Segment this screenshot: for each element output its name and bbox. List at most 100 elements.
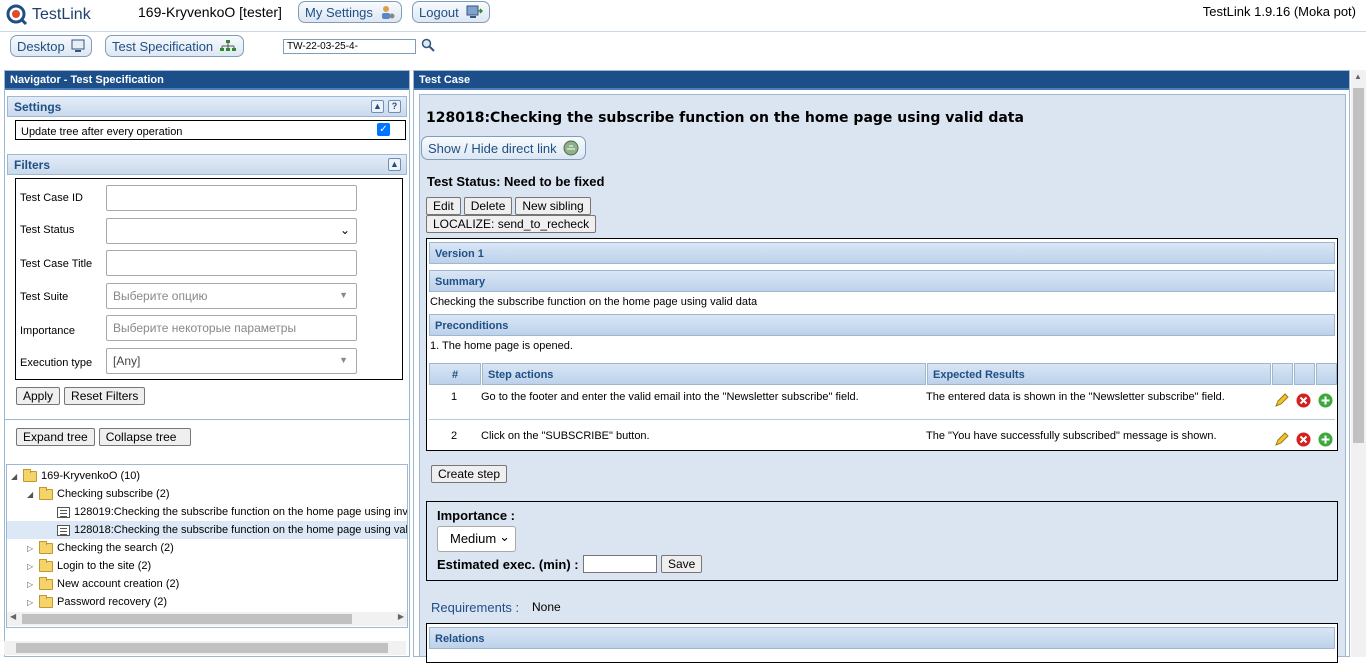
- test-suite-placeholder: Выберите опцию: [113, 289, 208, 303]
- tree-structure-icon: [220, 40, 237, 51]
- test-status-select[interactable]: ⌄: [106, 218, 357, 244]
- collapse-tree-button[interactable]: Collapse tree: [98, 428, 192, 446]
- step-number: 1: [451, 391, 458, 403]
- my-settings-button[interactable]: My Settings: [298, 1, 402, 23]
- requirements-label: Requirements :: [431, 600, 520, 615]
- filter-actions: Apply Reset Filters: [16, 387, 409, 405]
- edit-button[interactable]: Edit: [426, 197, 461, 215]
- logout-icon: [466, 5, 483, 18]
- collapsed-triangle-icon[interactable]: ▷: [27, 562, 35, 571]
- preconditions-header: Preconditions: [429, 314, 1335, 336]
- testlink-logo[interactable]: TestLink: [6, 3, 91, 27]
- dropdown-arrow-icon: ▼: [339, 355, 348, 365]
- tree-node-label: New account creation (2): [57, 578, 180, 590]
- test-case-title: 128018:Checking the subscribe function o…: [426, 110, 1024, 126]
- expanded-triangle-icon[interactable]: ◢: [27, 490, 35, 499]
- steps-col-header-delete: [1294, 363, 1315, 385]
- chevron-down-icon: ⌄: [339, 223, 350, 237]
- test-case-id-input[interactable]: [106, 185, 357, 211]
- save-button[interactable]: Save: [661, 555, 703, 573]
- test-case-icon: [57, 506, 70, 518]
- scrollbar-thumb[interactable]: [1353, 88, 1364, 443]
- collapsed-triangle-icon[interactable]: ▷: [27, 580, 35, 589]
- relations-header: Relations: [429, 627, 1335, 649]
- execution-type-select[interactable]: [Any] ▼: [106, 348, 357, 374]
- filters-header: Filters ▲: [7, 154, 407, 175]
- test-status: Test Status: Need to be fixed: [427, 174, 605, 189]
- test-specification-label: Test Specification: [112, 38, 214, 54]
- folder-icon: [39, 594, 53, 608]
- update-tree-checkbox[interactable]: ✓: [377, 123, 390, 136]
- reset-filters-button[interactable]: Reset Filters: [64, 387, 146, 405]
- version-label: TestLink 1.9.16 (Moka pot): [1202, 4, 1356, 19]
- steps-col-header-edit: [1272, 363, 1293, 385]
- dropdown-arrow-icon: ▼: [339, 290, 348, 300]
- collapsed-triangle-icon[interactable]: ▷: [27, 598, 35, 607]
- importance-label: Importance: [20, 325, 76, 337]
- filters-box: Test Case ID Test Status ⌄ Test Case Tit…: [15, 178, 403, 380]
- importance-select[interactable]: Medium ⌄: [437, 526, 516, 552]
- tree-node-login[interactable]: ▷ Login to the site (2): [27, 557, 151, 575]
- logout-button[interactable]: Logout: [412, 1, 490, 23]
- test-case-search-input[interactable]: [283, 39, 416, 54]
- tree-node-new-account[interactable]: ▷ New account creation (2): [27, 575, 179, 593]
- tree-actions: Expand tree Collapse tree: [5, 419, 409, 446]
- tree-node-checking-subscribe[interactable]: ◢ Checking subscribe (2): [27, 485, 170, 503]
- add-step-icon[interactable]: [1318, 393, 1333, 408]
- link-icon: [563, 140, 579, 156]
- delete-icon[interactable]: [1296, 393, 1311, 408]
- relations-box: Relations: [426, 623, 1338, 663]
- step-action: Go to the footer and enter the valid ema…: [481, 391, 859, 403]
- create-step-button[interactable]: Create step: [431, 465, 508, 483]
- collapsed-triangle-icon[interactable]: ▷: [27, 544, 35, 553]
- send-to-recheck-button[interactable]: LOCALIZE: send_to_recheck: [426, 215, 597, 233]
- tree-node-testcase-128019[interactable]: 128019:Checking the subscribe function o…: [57, 503, 408, 521]
- filters-title: Filters: [14, 158, 51, 172]
- delete-button[interactable]: Delete: [463, 197, 513, 215]
- scroll-up-icon[interactable]: ▲: [1354, 72, 1362, 81]
- tree-node-checking-search[interactable]: ▷ Checking the search (2): [27, 539, 174, 557]
- importance-multiselect[interactable]: Выберите некоторые параметры: [106, 315, 357, 341]
- test-suite-label: Test Suite: [20, 291, 69, 303]
- collapse-up-icon[interactable]: ▲: [388, 158, 401, 171]
- collapse-up-icon[interactable]: ▲: [371, 100, 384, 113]
- new-sibling-button[interactable]: New sibling: [515, 197, 591, 215]
- direct-link-label: Show / Hide direct link: [428, 140, 557, 156]
- tree-node-label: 128018:Checking the subscribe function o…: [74, 524, 408, 536]
- test-spec-tree: ◢ 169-KryvenkoO (10) ◢ Checking subscrib…: [6, 464, 408, 628]
- scroll-right-icon[interactable]: ▶: [398, 612, 404, 621]
- test-suite-select[interactable]: Выберите опцию ▼: [106, 283, 357, 309]
- direct-link-button[interactable]: Show / Hide direct link: [421, 136, 586, 160]
- test-case-content: 128018:Checking the subscribe function o…: [419, 94, 1346, 663]
- tree-node-label: Login to the site (2): [57, 560, 152, 572]
- requirements-value: None: [532, 600, 561, 614]
- table-row: 1 Go to the footer and enter the valid e…: [429, 389, 1335, 420]
- step-expected: The "You have successfully subscribed" m…: [926, 430, 1217, 442]
- scrollbar-thumb[interactable]: [22, 614, 352, 624]
- estimated-exec-input[interactable]: [583, 555, 657, 573]
- tree-horizontal-scrollbar[interactable]: ◀ ▶: [7, 612, 407, 626]
- edit-pencil-icon[interactable]: [1274, 432, 1289, 447]
- tree-node-root[interactable]: ◢ 169-KryvenkoO (10): [11, 467, 140, 485]
- delete-icon[interactable]: [1296, 432, 1311, 447]
- add-step-icon[interactable]: [1318, 432, 1333, 447]
- search-icon[interactable]: [421, 38, 435, 52]
- expanded-triangle-icon[interactable]: ◢: [11, 472, 19, 481]
- folder-icon: [39, 558, 53, 572]
- steps-col-header-add: [1316, 363, 1337, 385]
- importance-label: Importance :: [437, 508, 516, 523]
- tree-node-label: 128019:Checking the subscribe function o…: [74, 506, 408, 518]
- expand-tree-button[interactable]: Expand tree: [16, 428, 95, 446]
- left-horizontal-scrollbar[interactable]: [4, 641, 406, 655]
- apply-button[interactable]: Apply: [16, 387, 61, 405]
- tree-node-testcase-128018[interactable]: 128018:Checking the subscribe function o…: [7, 521, 408, 539]
- edit-pencil-icon[interactable]: [1274, 393, 1289, 408]
- test-specification-button[interactable]: Test Specification: [105, 35, 245, 57]
- tree-node-password-recovery[interactable]: ▷ Password recovery (2): [27, 593, 167, 611]
- help-icon[interactable]: ?: [388, 100, 401, 113]
- navigator-title: Navigator - Test Specification: [5, 71, 409, 90]
- scroll-left-icon[interactable]: ◀: [10, 612, 16, 621]
- test-case-title-input[interactable]: [106, 250, 357, 276]
- scrollbar-thumb[interactable]: [16, 643, 388, 653]
- desktop-button[interactable]: Desktop: [10, 35, 92, 57]
